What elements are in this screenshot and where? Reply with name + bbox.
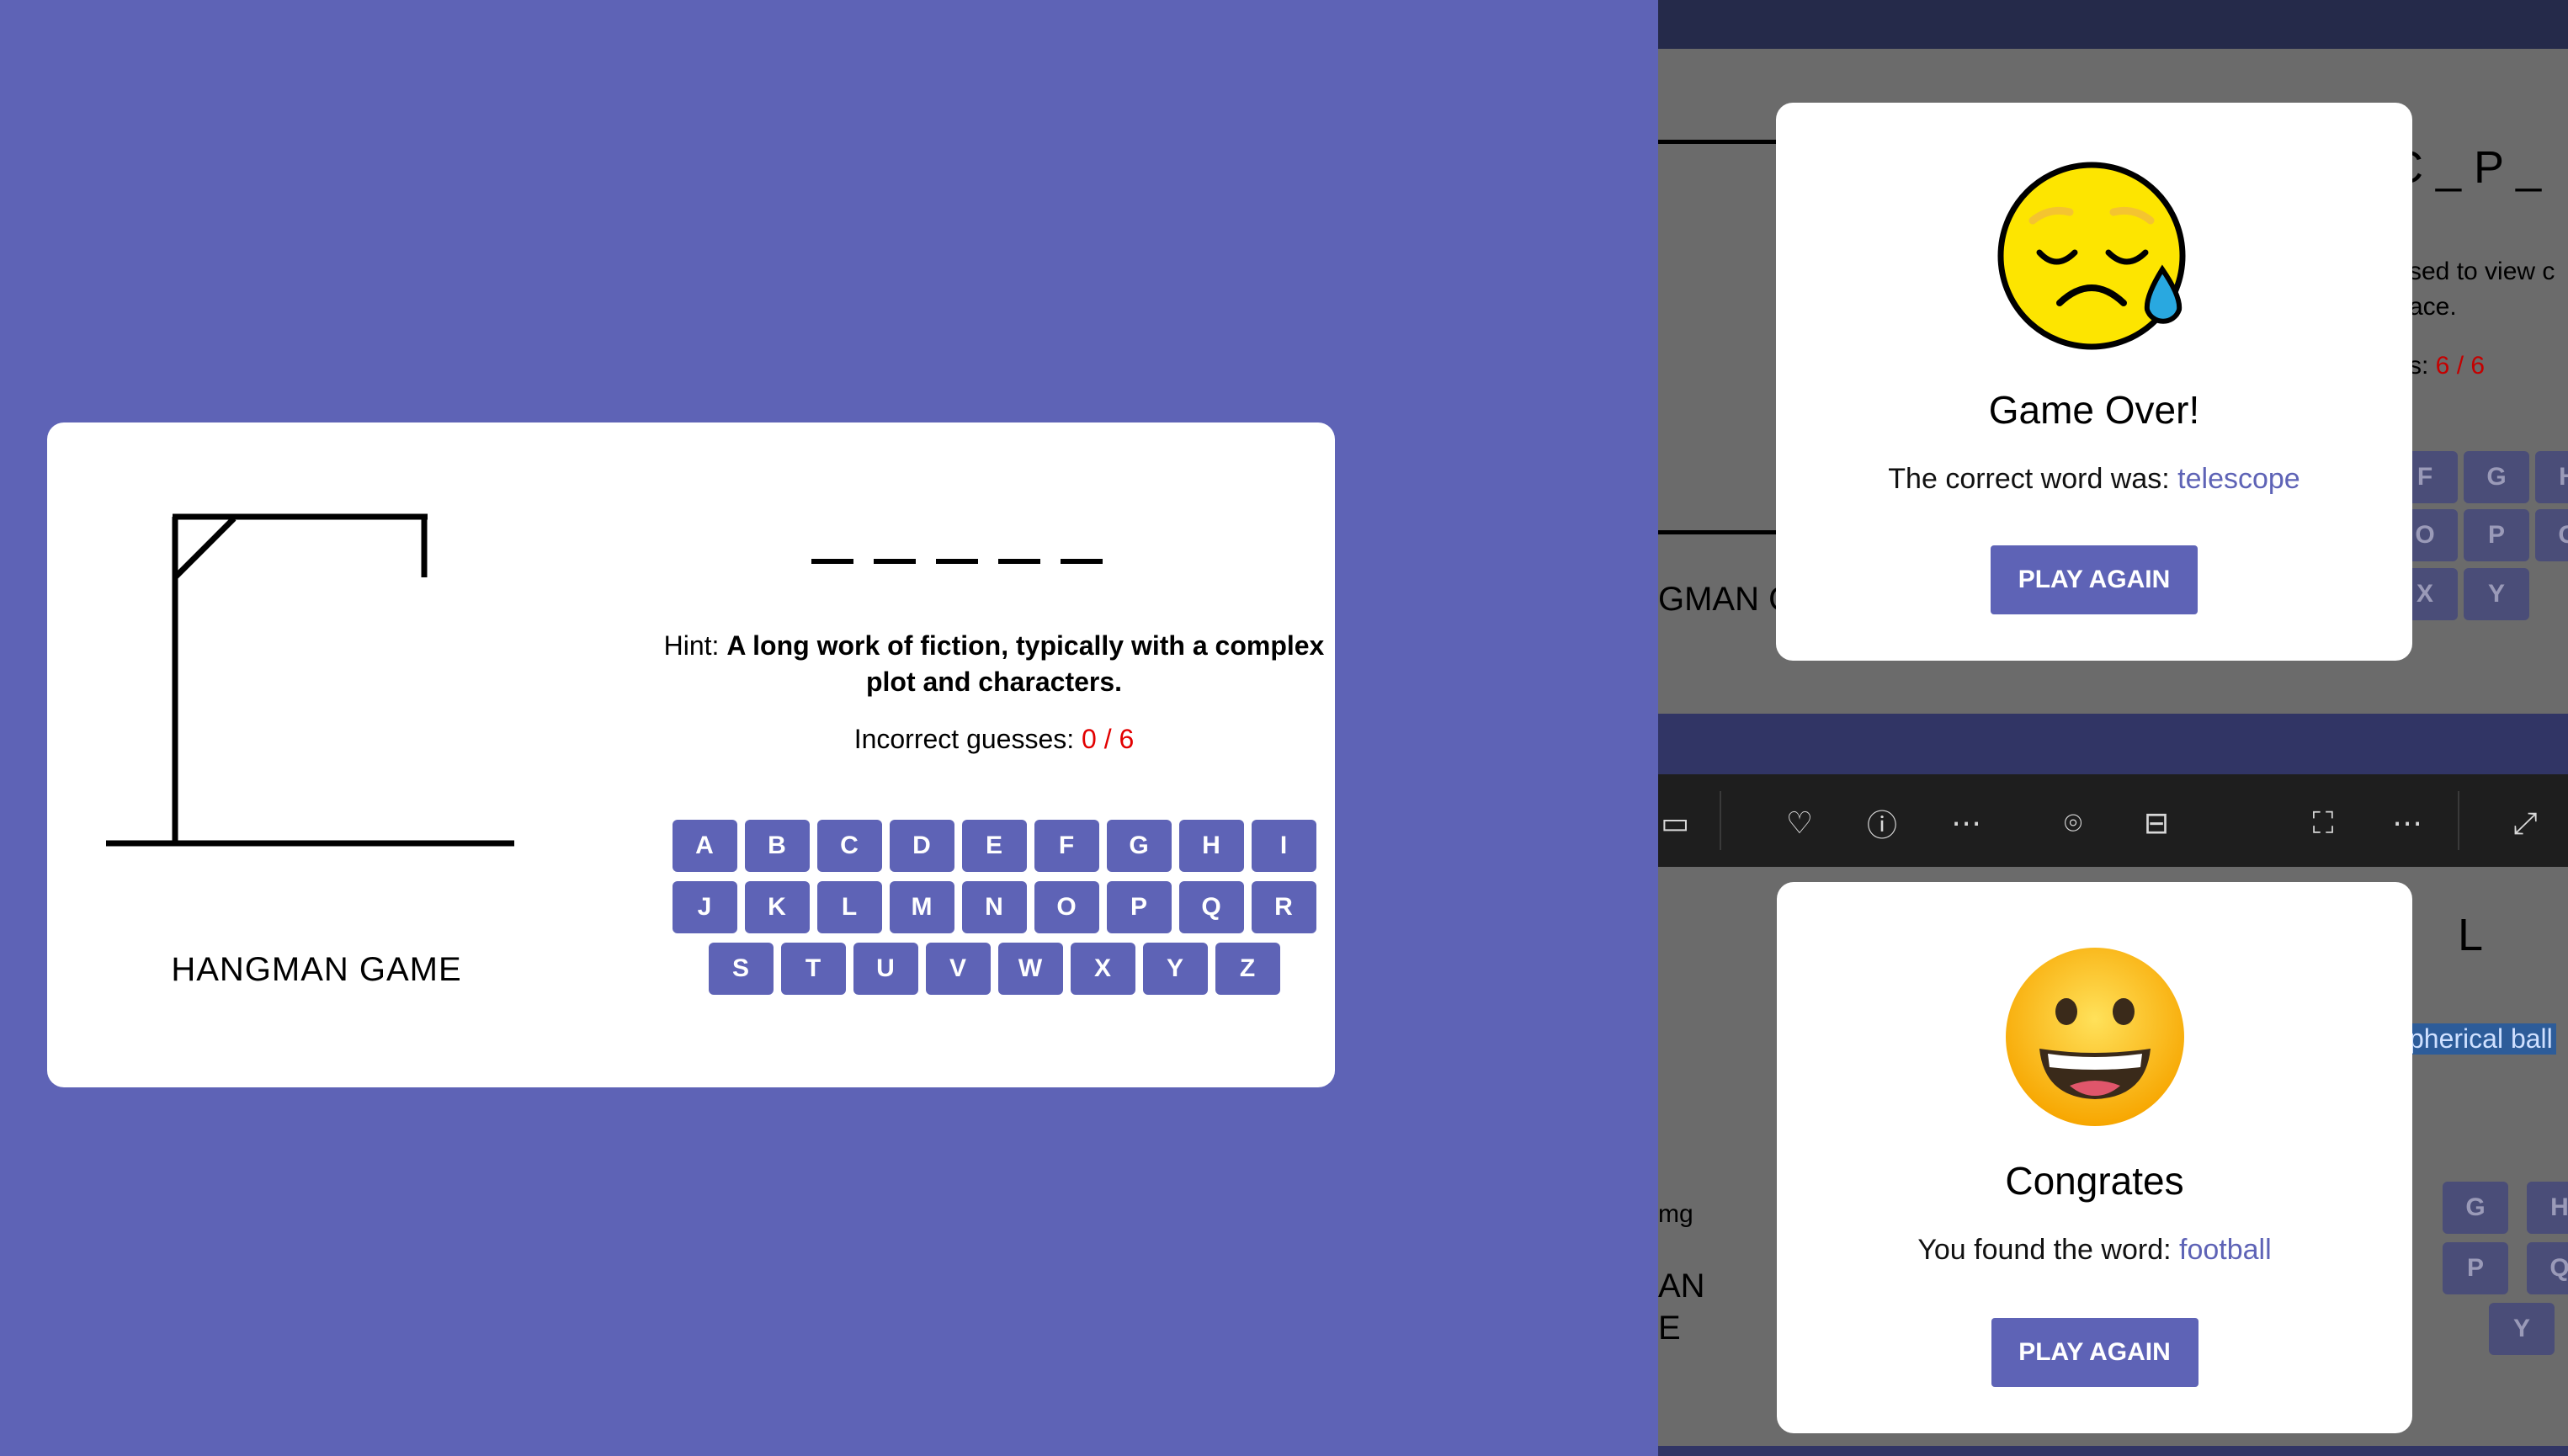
- bg-key: G: [2443, 1182, 2508, 1234]
- letter-key-t[interactable]: T: [780, 943, 846, 995]
- letter-key-h[interactable]: H: [1178, 820, 1244, 872]
- bg-key: H: [2535, 451, 2568, 503]
- letter-key-k[interactable]: K: [744, 881, 810, 933]
- letter-key-x[interactable]: X: [1070, 943, 1135, 995]
- toolbar-divider: [2458, 791, 2459, 850]
- letter-key-i[interactable]: I: [1251, 820, 1316, 872]
- slideshow-icon[interactable]: ▭: [1658, 798, 1700, 848]
- letter-key-e[interactable]: E: [961, 820, 1027, 872]
- window-top-bar: [1658, 0, 2568, 49]
- letter-key-v[interactable]: V: [925, 943, 991, 995]
- visual-search-icon[interactable]: ⌾: [2048, 798, 2098, 848]
- play-again-button[interactable]: PLAY AGAIN: [1991, 545, 2198, 614]
- letter-key-w[interactable]: W: [997, 943, 1063, 995]
- bg-title-fragment-2: AN: [1658, 1267, 1705, 1305]
- guesses-count: 0 / 6: [1082, 724, 1135, 754]
- bg-title-fragment: GMAN G: [1658, 581, 1795, 618]
- gallows-drawing: [106, 513, 514, 847]
- bg-key: Y: [2489, 1303, 2555, 1355]
- letter-key-c[interactable]: C: [816, 820, 882, 872]
- letter-key-l[interactable]: L: [816, 881, 882, 933]
- sad-face-icon: [1997, 162, 2186, 350]
- hint-label: Hint:: [663, 630, 727, 661]
- word-display: [811, 559, 1103, 564]
- word-letter-slot: [936, 559, 978, 564]
- window-separator-bar: [1658, 714, 2568, 774]
- letter-key-r[interactable]: R: [1251, 881, 1316, 933]
- letter-key-q[interactable]: Q: [1178, 881, 1244, 933]
- letter-key-b[interactable]: B: [744, 820, 810, 872]
- word-letter-slot: [1061, 559, 1103, 564]
- letter-key-u[interactable]: U: [853, 943, 918, 995]
- more-icon[interactable]: ⋯: [2382, 798, 2432, 848]
- guesses-label: Incorrect guesses:: [853, 724, 1082, 754]
- bg-key: P: [2443, 1242, 2508, 1294]
- game-over-dialog: Game Over! The correct word was: telesco…: [1776, 103, 2412, 661]
- bg-gallows-beam: [1658, 140, 1784, 144]
- bg-hint-fragment-2: ace.: [2409, 293, 2457, 321]
- bg-key: H: [2527, 1182, 2568, 1234]
- letter-key-n[interactable]: N: [961, 881, 1027, 933]
- bg-key: G: [2535, 509, 2568, 561]
- text-scan-icon[interactable]: ⊟: [2131, 798, 2182, 848]
- incorrect-guesses: Incorrect guesses: 0 / 6: [636, 724, 1352, 755]
- letter-key-a[interactable]: A: [672, 820, 737, 872]
- letter-key-z[interactable]: Z: [1215, 943, 1280, 995]
- bg-hint-highlight: pherical ball: [2406, 1023, 2556, 1055]
- fullscreen-icon[interactable]: ⛶: [2298, 798, 2348, 848]
- letter-key-m[interactable]: M: [889, 881, 954, 933]
- bg-word-fragment: C _ P _: [2390, 142, 2542, 193]
- letter-keyboard: ABCDEFGHI JKLMNOPQR STUVWXYZ: [636, 820, 1352, 1004]
- keyboard-row: JKLMNOPQR: [636, 881, 1352, 933]
- found-word: football: [2179, 1234, 2272, 1266]
- keyboard-row: STUVWXYZ: [636, 943, 1352, 995]
- hangman-game-card: HANGMAN GAME Hint: A long work of fictio…: [47, 422, 1335, 1087]
- letter-key-y[interactable]: Y: [1142, 943, 1208, 995]
- more-icon[interactable]: ⋯: [1941, 798, 1991, 848]
- bg-title-fragment-3: E: [1658, 1310, 1681, 1347]
- expand-icon[interactable]: ⤢: [2500, 798, 2550, 848]
- toolbar-divider: [1720, 791, 1721, 850]
- dialog-title: Game Over!: [1988, 388, 2200, 432]
- word-letter-slot: [811, 559, 853, 564]
- dialog-message-label: You found the word:: [1917, 1234, 2179, 1266]
- correct-word: telescope: [2177, 463, 2300, 495]
- keyboard-row: ABCDEFGHI: [636, 820, 1352, 872]
- letter-key-f[interactable]: F: [1034, 820, 1099, 872]
- play-again-button[interactable]: PLAY AGAIN: [1991, 1318, 2198, 1387]
- bg-key: Q: [2527, 1242, 2568, 1294]
- dialog-title: Congrates: [2005, 1159, 2184, 1203]
- word-letter-slot: [874, 559, 916, 564]
- hint-text: Hint: A long work of fiction, typically …: [636, 628, 1352, 700]
- bg-key: P: [2464, 509, 2529, 561]
- letter-key-o[interactable]: O: [1034, 881, 1099, 933]
- info-icon[interactable]: ⓘ: [1857, 798, 1907, 848]
- bg-key: Y: [2464, 568, 2529, 620]
- window-bottom-bar: [1658, 1446, 2568, 1456]
- letter-key-d[interactable]: D: [889, 820, 954, 872]
- letter-key-s[interactable]: S: [708, 943, 774, 995]
- letter-key-g[interactable]: G: [1106, 820, 1172, 872]
- dialog-message: You found the word: football: [1777, 1234, 2412, 1267]
- word-letter-slot: [998, 559, 1040, 564]
- bg-hint-fragment: sed to view c: [2409, 258, 2555, 285]
- letter-key-p[interactable]: P: [1106, 881, 1172, 933]
- bg-guesses-fragment: s: 6 / 6: [2409, 352, 2486, 380]
- heart-icon[interactable]: ♡: [1774, 798, 1825, 848]
- hint-value: A long work of fiction, typically with a…: [726, 630, 1325, 697]
- game-title: HANGMAN GAME: [171, 951, 462, 988]
- bg-img-label: mg: [1658, 1200, 1693, 1228]
- bg-key: G: [2464, 451, 2529, 503]
- letter-key-j[interactable]: J: [672, 881, 737, 933]
- congrats-dialog: Congrates You found the word: football P…: [1777, 882, 2412, 1433]
- gallows-brace: [173, 516, 237, 580]
- bg-word-fragment-2: L: [2458, 910, 2484, 960]
- dialog-message: The correct word was: telescope: [1776, 463, 2412, 496]
- grinning-face-icon: [2005, 948, 2184, 1126]
- dialog-message-label: The correct word was:: [1888, 463, 2178, 495]
- bg-gallows-base: [1658, 530, 1784, 534]
